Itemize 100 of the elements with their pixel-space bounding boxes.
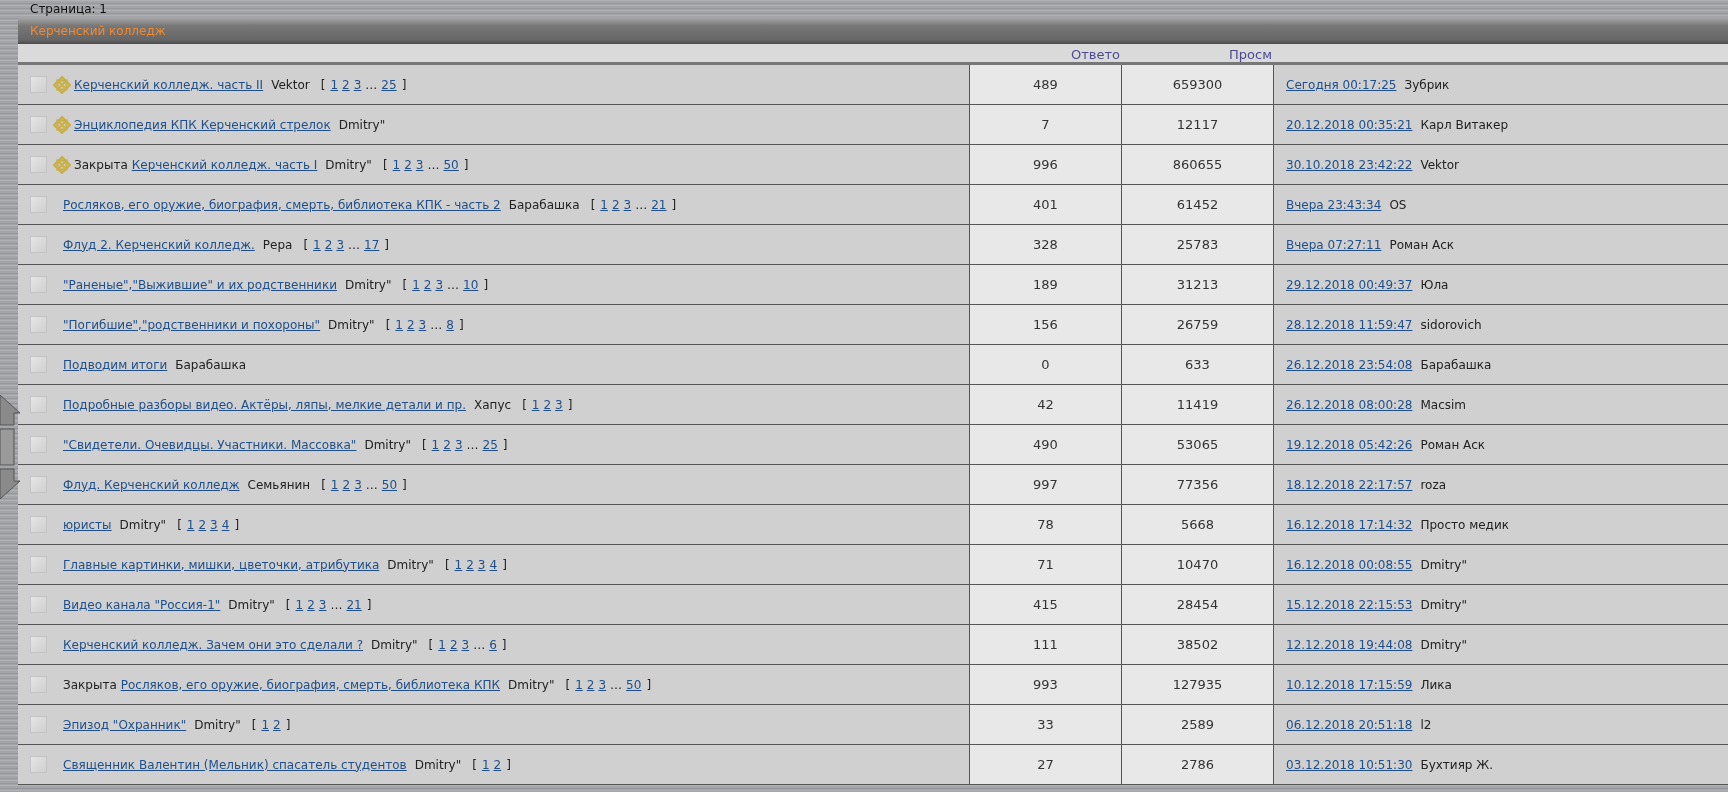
page-link[interactable]: 2 <box>423 277 432 292</box>
page-link[interactable]: 3 <box>336 237 344 252</box>
page-link[interactable]: 1 <box>454 557 463 572</box>
page-link[interactable]: 25 <box>381 77 397 92</box>
page-link[interactable]: 1 <box>261 717 269 732</box>
page-link[interactable]: 2 <box>611 197 620 212</box>
page-link[interactable]: 3 <box>477 557 486 572</box>
page-link[interactable]: 1 <box>438 637 446 652</box>
page-link[interactable]: 1 <box>295 597 304 612</box>
last-post-date-link[interactable]: 16.12.2018 17:14:32 <box>1286 517 1413 532</box>
page-link[interactable]: 2 <box>324 237 333 252</box>
page-link[interactable]: 3 <box>623 197 632 212</box>
page-link[interactable]: 50 <box>381 477 398 492</box>
page-link[interactable]: 1 <box>531 397 540 412</box>
topic-link[interactable]: Подробные разборы видео. Актёры, ляпы, мелкие детали и пр. <box>63 397 466 412</box>
last-post-date-link[interactable]: 19.12.2018 05:42:26 <box>1286 437 1413 452</box>
last-post-date-link[interactable]: 16.12.2018 00:08:55 <box>1286 557 1413 572</box>
page-link[interactable]: 4 <box>489 557 498 572</box>
page-link[interactable]: 3 <box>555 397 563 412</box>
page-link[interactable]: 1 <box>330 77 339 92</box>
scroll-arrows-icon[interactable] <box>0 395 20 499</box>
topic-status-icon <box>30 476 47 493</box>
topic-link[interactable]: "Погибшие","родственники и похороны" <box>63 317 321 332</box>
topic-link[interactable]: Видео канала "Россия-1" <box>63 597 221 612</box>
page-link[interactable]: 2 <box>198 517 207 532</box>
topic-link[interactable]: Эпизод "Охранник" <box>63 717 187 732</box>
page-link[interactable]: 1 <box>313 237 321 252</box>
page-link[interactable]: 2 <box>273 717 281 732</box>
page-link[interactable]: 1 <box>481 757 490 772</box>
topic-link[interactable]: Священник Валентин (Мельник) спасатель студентов <box>63 757 407 772</box>
page-link[interactable]: 1 <box>392 157 401 172</box>
topic-link[interactable]: Флуд 2. Керченский колледж. <box>63 237 255 252</box>
topic-link[interactable]: Энциклопедия КПК Керченский стрелок <box>74 117 331 132</box>
page-link[interactable]: 2 <box>493 757 502 772</box>
views-cell: 5668 <box>1122 505 1274 544</box>
page-link[interactable]: 21 <box>651 197 667 212</box>
page-link[interactable]: 2 <box>342 77 350 92</box>
page-link[interactable]: 8 <box>446 317 454 332</box>
page-link[interactable]: 3 <box>415 157 424 172</box>
last-post-date-link[interactable]: 29.12.2018 00:49:37 <box>1286 277 1413 292</box>
page-link[interactable]: 1 <box>431 437 440 452</box>
topic-link[interactable]: юристы <box>63 517 112 532</box>
page-link[interactable]: 2 <box>466 557 474 572</box>
page-link[interactable]: 1 <box>575 677 583 692</box>
page-link[interactable]: 2 <box>404 157 412 172</box>
page-link[interactable]: 21 <box>346 597 362 612</box>
page-link[interactable]: 2 <box>443 437 451 452</box>
last-post-date-link[interactable]: 12.12.2018 19:44:08 <box>1286 637 1413 652</box>
page-link[interactable]: 6 <box>489 637 497 652</box>
topic-link[interactable]: Главные картинки, мишки, цветочки, атрибутика <box>63 557 380 572</box>
page-link[interactable]: 1 <box>600 197 608 212</box>
page-link[interactable]: 3 <box>418 317 427 332</box>
page-link[interactable]: 3 <box>353 77 362 92</box>
column-header[interactable]: Просм <box>1229 47 1274 62</box>
page-link[interactable]: 3 <box>598 677 607 692</box>
topic-link[interactable]: Керченский колледж. часть II <box>74 77 264 92</box>
last-post-date-link[interactable]: 26.12.2018 23:54:08 <box>1286 357 1413 372</box>
topic-link[interactable]: Росляков, его оружие, биография, смерть, библиотека КПК - часть 2 <box>63 197 501 212</box>
topic-link[interactable]: "Свидетели. Очевидцы. Участники. Массовка" <box>63 437 357 452</box>
page-link[interactable]: 1 <box>186 517 195 532</box>
page-link[interactable]: 50 <box>626 677 642 692</box>
page-link[interactable]: 3 <box>210 517 218 532</box>
page-link[interactable]: 2 <box>406 317 415 332</box>
last-post-date-link[interactable]: 03.12.2018 10:51:30 <box>1286 757 1413 772</box>
page-link[interactable]: 3 <box>461 637 470 652</box>
page-link[interactable]: 4 <box>221 517 230 532</box>
page-link[interactable]: 17 <box>364 237 380 252</box>
page-link[interactable]: 2 <box>307 597 315 612</box>
last-post-date-link[interactable]: 28.12.2018 11:59:47 <box>1286 317 1413 332</box>
page-link[interactable]: 3 <box>318 597 327 612</box>
topic-link[interactable]: Флуд. Керченский колледж <box>63 477 240 492</box>
topic-link[interactable]: "Раненые","Выжившие" и их родственники <box>63 277 337 292</box>
column-header[interactable]: Ответо <box>1071 47 1122 62</box>
topic-link[interactable]: Росляков, его оружие, биография, смерть, библиотека КПК <box>120 677 500 692</box>
page-link[interactable]: 25 <box>482 437 498 452</box>
last-post-date-link[interactable]: 18.12.2018 22:17:57 <box>1286 477 1413 492</box>
last-post-date-link[interactable]: 15.12.2018 22:15:53 <box>1286 597 1413 612</box>
page-link[interactable]: 50 <box>443 157 459 172</box>
page-link[interactable]: 1 <box>330 477 339 492</box>
page-link[interactable]: 10 <box>463 277 479 292</box>
page-link[interactable]: 1 <box>395 317 403 332</box>
last-post-date-link[interactable]: Вчера 23:43:34 <box>1286 197 1382 212</box>
page-link[interactable]: 2 <box>449 637 458 652</box>
last-post-date-link[interactable]: 20.12.2018 00:35:21 <box>1286 117 1413 132</box>
page-link[interactable]: 3 <box>354 477 362 492</box>
last-post-date-link[interactable]: 30.10.2018 23:42:22 <box>1286 157 1413 172</box>
topic-link[interactable]: Керченский колледж. Зачем они это сделали ? <box>63 637 364 652</box>
last-post-date-link[interactable]: Сегодня 00:17:25 <box>1286 77 1397 92</box>
last-post-date-link[interactable]: 26.12.2018 08:00:28 <box>1286 397 1413 412</box>
page-link[interactable]: 3 <box>454 437 463 452</box>
page-link[interactable]: 2 <box>586 677 595 692</box>
topic-link[interactable]: Керченский колледж. часть I <box>131 157 318 172</box>
page-link[interactable]: 2 <box>342 477 351 492</box>
topic-link[interactable]: Подводим итоги <box>63 357 168 372</box>
page-link[interactable]: 1 <box>412 277 420 292</box>
last-post-date-link[interactable]: 06.12.2018 20:51:18 <box>1286 717 1413 732</box>
last-post-date-link[interactable]: 10.12.2018 17:15:59 <box>1286 677 1413 692</box>
last-post-date-link[interactable]: Вчера 07:27:11 <box>1286 237 1382 252</box>
page-link[interactable]: 2 <box>543 397 552 412</box>
page-link[interactable]: 3 <box>435 277 444 292</box>
